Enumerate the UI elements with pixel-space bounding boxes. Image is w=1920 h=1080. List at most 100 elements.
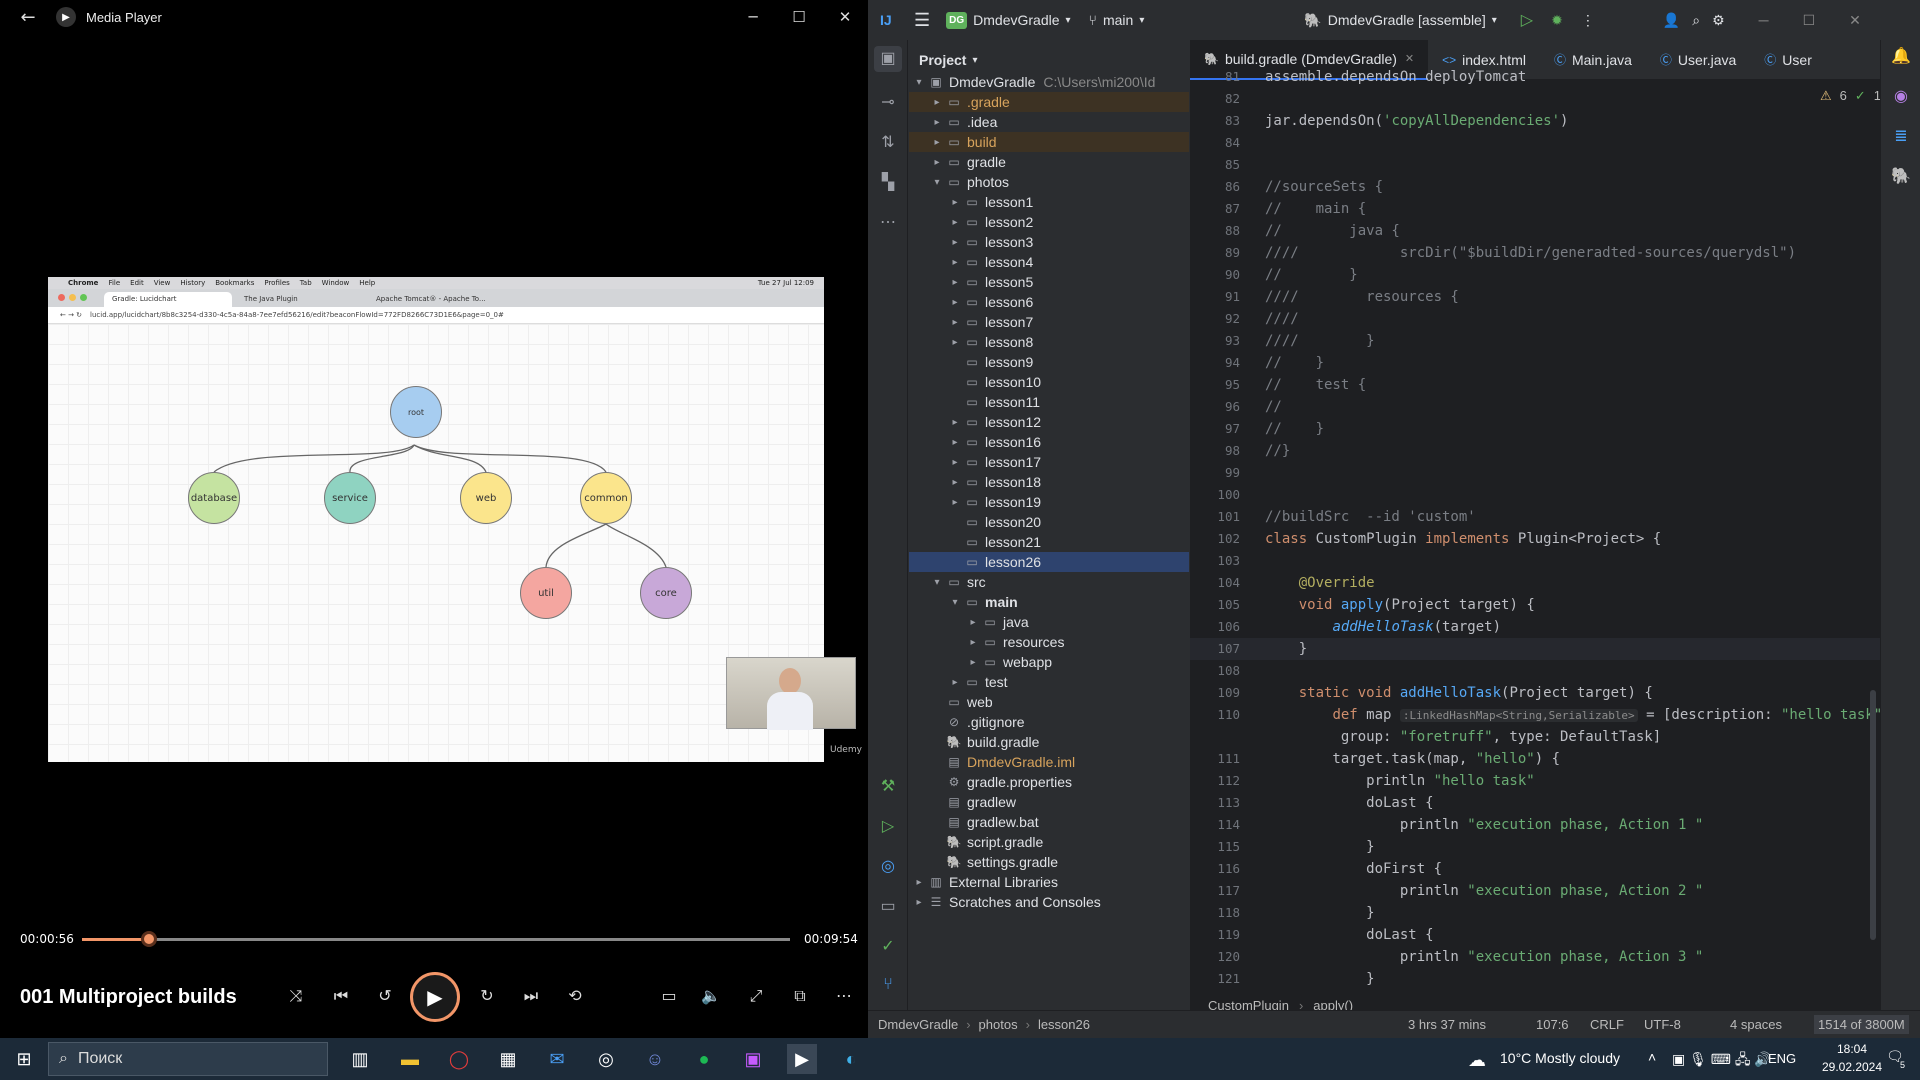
expand-arrow-icon[interactable]: ▸ xyxy=(947,477,963,488)
tree-item[interactable]: ▸ ▭ java xyxy=(909,612,1189,632)
tree-item[interactable]: ▤ DmdevGradle.iml xyxy=(909,752,1189,772)
code-line[interactable]: 101 //buildSrc --id 'custom' xyxy=(1190,506,1880,528)
tree-item[interactable]: ▭ lesson10 xyxy=(909,372,1189,392)
code-line[interactable]: 85 xyxy=(1190,154,1880,176)
status-path-folder[interactable]: photos xyxy=(979,1017,1018,1032)
expand-arrow-icon[interactable]: ▸ xyxy=(965,617,981,628)
pull-requests-icon[interactable]: ⇅ xyxy=(868,132,908,152)
code-line[interactable]: 114 println "execution phase, Action 1 " xyxy=(1190,814,1880,836)
code-line[interactable]: 87 // main { xyxy=(1190,198,1880,220)
minimize-button[interactable]: ─ xyxy=(1759,12,1769,28)
clock-date[interactable]: 29.02.2024 xyxy=(1812,1060,1892,1074)
code-line[interactable]: 92 //// xyxy=(1190,308,1880,330)
search-icon[interactable]: ⌕ xyxy=(1692,12,1700,29)
back-arrow-icon[interactable]: ← xyxy=(0,7,56,28)
code-line[interactable]: 112 println "hello task" xyxy=(1190,770,1880,792)
code-line[interactable]: 118 } xyxy=(1190,902,1880,924)
tree-item[interactable]: ▸ ▭ lesson1 xyxy=(909,192,1189,212)
code-line[interactable]: 97 // } xyxy=(1190,418,1880,440)
expand-arrow-icon[interactable]: ▸ xyxy=(911,897,927,908)
tree-item[interactable]: ▭ lesson26 xyxy=(909,552,1189,572)
file-explorer-icon[interactable]: ▬ xyxy=(395,1044,425,1074)
code-line[interactable]: 82 xyxy=(1190,88,1880,110)
debug-icon[interactable]: ✹ xyxy=(1551,12,1563,29)
tree-item[interactable]: ▭ lesson9 xyxy=(909,352,1189,372)
database-icon[interactable]: ≣ xyxy=(1881,126,1920,146)
tray-icons[interactable]: ▣ 🎙 ⌨ 🖧 🔊 xyxy=(1672,1049,1772,1073)
maximize-button[interactable]: ☐ xyxy=(1803,12,1816,29)
code-line[interactable]: 108 xyxy=(1190,660,1880,682)
next-icon[interactable]: ⏭ xyxy=(518,986,544,1010)
ai-assistant-icon[interactable]: ◉ xyxy=(1881,86,1920,106)
caret-position[interactable]: 107:6 xyxy=(1536,1017,1569,1032)
expand-arrow-icon[interactable]: ▸ xyxy=(929,97,945,108)
task-view-icon[interactable]: ▥ xyxy=(345,1044,375,1074)
code-line[interactable]: 113 doLast { xyxy=(1190,792,1880,814)
input-language[interactable]: ENG xyxy=(1768,1051,1796,1066)
terminal-icon[interactable]: ▭ xyxy=(868,896,908,916)
indent-setting[interactable]: 4 spaces xyxy=(1730,1017,1782,1032)
spotify-icon[interactable]: ● xyxy=(689,1044,719,1074)
code-line[interactable]: 95 // test { xyxy=(1190,374,1880,396)
fullscreen-icon[interactable]: ⤢ xyxy=(743,986,769,1010)
time-tracker[interactable]: 3 hrs 37 mins xyxy=(1408,1017,1486,1032)
expand-arrow-icon[interactable]: ▸ xyxy=(947,297,963,308)
tree-item[interactable]: ▸ ▭ lesson2 xyxy=(909,212,1189,232)
steam-icon[interactable]: ◎ xyxy=(591,1044,621,1074)
tree-item[interactable]: ▾ ▭ main xyxy=(909,592,1189,612)
code-line[interactable]: 90 // } xyxy=(1190,264,1880,286)
code-line[interactable]: 116 doFirst { xyxy=(1190,858,1880,880)
project-tool-icon[interactable]: ▣ xyxy=(874,46,902,72)
file-encoding[interactable]: UTF-8 xyxy=(1644,1017,1681,1032)
tree-item[interactable]: ▸ ▭ lesson12 xyxy=(909,412,1189,432)
tree-item[interactable]: ▸ ▭ lesson17 xyxy=(909,452,1189,472)
code-line[interactable]: 107 } xyxy=(1190,638,1880,660)
code-editor[interactable]: 🐘 build.gradle (DmdevGradle) ✕ <> index.html… xyxy=(1190,40,1880,994)
notifications-icon[interactable]: 🔔 xyxy=(1881,46,1920,66)
code-line[interactable]: 117 println "execution phase, Action 2 " xyxy=(1190,880,1880,902)
tree-item[interactable]: 🐘 script.gradle xyxy=(909,832,1189,852)
previous-icon[interactable]: ⏮ xyxy=(328,986,354,1010)
code-line[interactable]: 106 addHelloTask(target) xyxy=(1190,616,1880,638)
code-line[interactable]: 104 @Override xyxy=(1190,572,1880,594)
code-line[interactable]: 94 // } xyxy=(1190,352,1880,374)
expand-arrow-icon[interactable]: ▸ xyxy=(965,637,981,648)
build-icon[interactable]: ⚒ xyxy=(868,776,908,796)
code-line[interactable]: group: "foretruff", type: DefaultTask] xyxy=(1190,726,1880,748)
close-button[interactable]: ✕ xyxy=(1849,12,1861,29)
maximize-button[interactable]: ☐ xyxy=(776,8,822,26)
tree-item[interactable]: ▸ ▭ resources xyxy=(909,632,1189,652)
code-line[interactable]: 111 target.task(map, "hello") { xyxy=(1190,748,1880,770)
opera-icon[interactable]: ◯ xyxy=(444,1044,474,1074)
expand-arrow-icon[interactable]: ▸ xyxy=(947,497,963,508)
video-frame[interactable]: Chrome File Edit View History Bookmarks Profil… xyxy=(48,277,824,762)
code-line[interactable]: 121 } xyxy=(1190,968,1880,990)
expand-arrow-icon[interactable]: ▸ xyxy=(947,337,963,348)
volume-icon[interactable]: 🔈 xyxy=(698,986,724,1010)
more-actions-icon[interactable]: ⋮ xyxy=(1581,12,1595,29)
inspection-widget[interactable]: ⚠ 6 ✓ 1 xyxy=(1820,88,1880,104)
code-line[interactable]: 103 xyxy=(1190,550,1880,572)
expand-arrow-icon[interactable]: ▸ xyxy=(947,417,963,428)
play-button[interactable]: ▶ xyxy=(410,972,460,1022)
close-button[interactable]: ✕ xyxy=(822,8,868,26)
tree-item[interactable]: ▸ ▥ External Libraries xyxy=(909,872,1189,892)
mail-icon[interactable]: ✉ xyxy=(542,1044,572,1074)
tree-item[interactable]: ▸ ▭ lesson5 xyxy=(909,272,1189,292)
clock-time[interactable]: 18:04 xyxy=(1820,1042,1884,1056)
tree-item[interactable]: ▸ ▭ .idea xyxy=(909,112,1189,132)
weather-icon[interactable]: ☁ xyxy=(1468,1050,1486,1071)
forward-30-icon[interactable]: ↻ xyxy=(474,986,500,1010)
tree-item[interactable]: ▾ ▣ DmdevGradle C:\Users\mi200\Id xyxy=(909,72,1189,92)
tree-item[interactable]: ▾ ▭ src xyxy=(909,572,1189,592)
tree-item[interactable]: ▸ ▭ lesson18 xyxy=(909,472,1189,492)
expand-arrow-icon[interactable]: ▾ xyxy=(947,597,963,608)
git-icon[interactable]: ⑂ xyxy=(868,976,908,994)
commit-tool-icon[interactable]: ⊸ xyxy=(868,92,908,112)
tree-item[interactable]: ▸ ▭ test xyxy=(909,672,1189,692)
main-menu-icon[interactable]: ☰ xyxy=(914,10,930,31)
code-line[interactable]: 83 jar.dependsOn('copyAllDependencies') xyxy=(1190,110,1880,132)
tree-item[interactable]: ▸ ▭ lesson19 xyxy=(909,492,1189,512)
code-line[interactable]: 109 static void addHelloTask(Project tar… xyxy=(1190,682,1880,704)
seek-track[interactable] xyxy=(82,931,790,947)
